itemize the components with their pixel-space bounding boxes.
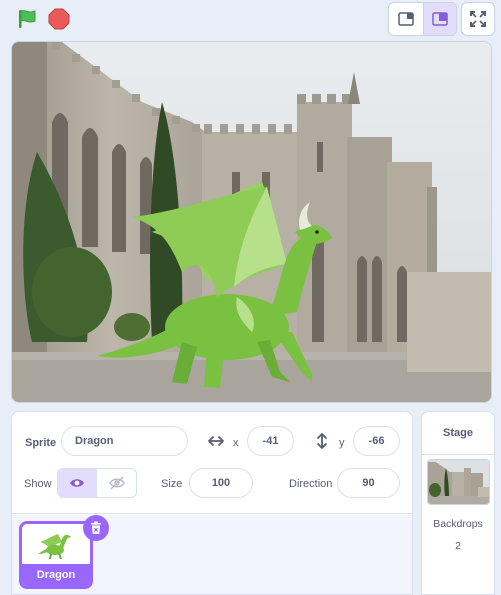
show-sprite-button[interactable] (58, 469, 98, 497)
stage-pane-title: Stage (422, 412, 494, 455)
green-flag-icon (19, 10, 36, 28)
stage-canvas[interactable] (11, 41, 492, 403)
stop-button[interactable] (48, 8, 70, 30)
green-flag-button[interactable] (16, 8, 38, 30)
fullscreen-icon (470, 11, 486, 27)
normal-stage-layout-icon (432, 12, 448, 26)
backdrops-label: Backdrops (433, 518, 483, 530)
direction-input[interactable]: 90 (337, 468, 400, 498)
dragon-thumbnail (38, 534, 71, 559)
x-label: x (233, 437, 239, 449)
normal-stage-button[interactable] (422, 3, 456, 35)
visibility-toggle (57, 468, 137, 498)
stop-sign-icon (48, 8, 70, 30)
backdrop-thumbnail[interactable] (427, 459, 490, 505)
vertical-arrows-icon (317, 433, 327, 449)
size-input[interactable]: 100 (189, 468, 253, 498)
horizontal-arrows-icon (208, 436, 224, 446)
stage-header (0, 0, 501, 40)
sprite-properties: Sprite Dragon x -41 y -66 Show Size 100 … (12, 412, 412, 514)
hide-sprite-button[interactable] (97, 469, 136, 497)
sprite-label: Sprite (25, 437, 57, 449)
small-stage-layout-icon (398, 12, 414, 26)
sprite-name-input[interactable]: Dragon (61, 426, 188, 456)
eye-slash-icon (108, 476, 125, 490)
direction-label: Direction (289, 478, 333, 490)
eye-icon (70, 479, 84, 487)
y-input[interactable]: -66 (353, 426, 400, 456)
sprite-tile-label: Dragon (22, 564, 90, 586)
trash-icon (91, 521, 101, 534)
fullscreen-button[interactable] (461, 2, 495, 36)
small-stage-button[interactable] (389, 3, 423, 35)
stage-size-toggle (388, 2, 457, 36)
sprite-info-pane: Sprite Dragon x -41 y -66 Show Size 100 … (11, 411, 413, 595)
show-label: Show (24, 478, 52, 490)
x-input[interactable]: -41 (247, 426, 294, 456)
stage-selector-pane[interactable]: Stage Backdrops 2 (421, 411, 495, 595)
delete-sprite-button[interactable] (83, 515, 109, 541)
sprite-list: Dragon (12, 515, 412, 594)
size-label: Size (161, 478, 183, 490)
backdrops-count: 2 (455, 540, 461, 552)
y-label: y (339, 437, 345, 449)
sprite-tile-dragon[interactable]: Dragon (19, 521, 93, 589)
